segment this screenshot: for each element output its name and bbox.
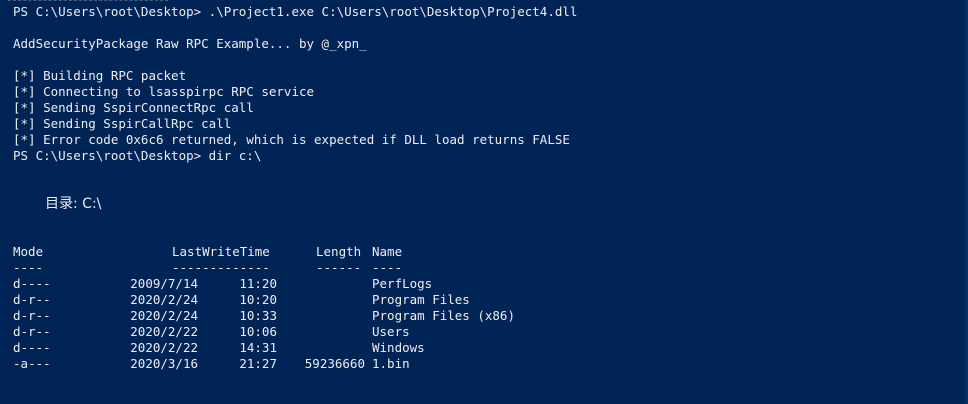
row-length: 59236660: [304, 356, 365, 371]
row-time: 11:20: [239, 276, 277, 291]
row-name: Users: [372, 324, 410, 339]
column-header-lastwritetime: LastWriteTime: [172, 244, 270, 259]
row-time: 10:20: [239, 292, 277, 307]
row-name: Windows: [372, 340, 425, 355]
row-length: [280, 308, 365, 324]
row-mode: d-r--: [13, 292, 51, 307]
directory-label: 目录: C:\: [45, 196, 102, 212]
console-line-dir-command: PS C:\Users\root\Desktop> dir c:\: [13, 148, 262, 163]
row-mode: d----: [13, 276, 51, 291]
row-length: [280, 324, 365, 340]
row-time: 10:06: [239, 324, 277, 339]
row-length: [280, 340, 365, 356]
console-line-output: [*] Building RPC packet: [13, 68, 187, 83]
console-line-command: PS C:\Users\root\Desktop> .\Project1.exe…: [13, 4, 578, 19]
row-time: 10:33: [239, 308, 277, 323]
column-header-name: Name: [372, 244, 403, 259]
row-time: 14:31: [239, 340, 277, 355]
row-date: 2020/2/22: [130, 340, 198, 355]
row-date: 2020/2/22: [130, 324, 198, 339]
row-length: [280, 276, 365, 292]
row-date: 2020/2/24: [130, 308, 198, 323]
console-line-banner: AddSecurityPackage Raw RPC Example... by…: [13, 36, 367, 51]
row-mode: -a---: [13, 356, 51, 371]
console-line-output: [*] Connecting to lsasspirpc RPC service: [13, 84, 315, 99]
column-underline-name: ----: [372, 260, 403, 275]
row-date: 2020/3/16: [130, 356, 198, 371]
column-underline-lastwritetime: -------------: [172, 260, 270, 275]
row-name: 1.bin: [372, 356, 410, 371]
console-line-output: [*] Sending SspirCallRpc call: [13, 116, 232, 131]
row-mode: d-r--: [13, 308, 51, 323]
column-header-mode: Mode: [13, 244, 44, 259]
row-name: Program Files: [372, 292, 470, 307]
row-mode: d----: [13, 340, 51, 355]
column-underline-length: ------: [316, 260, 362, 275]
row-name: PerfLogs: [372, 276, 433, 291]
row-name: Program Files (x86): [372, 308, 515, 323]
row-date: 2020/2/24: [130, 292, 198, 307]
row-time: 21:27: [239, 356, 277, 371]
row-date: 2009/7/14: [130, 276, 198, 291]
console-line-output: [*] Sending SspirConnectRpc call: [13, 100, 254, 115]
row-length: [280, 292, 365, 308]
console-line-error-note: [*] Error code 0x6c6 returned, which is …: [13, 132, 570, 147]
column-underline-mode: ----: [13, 260, 44, 275]
powershell-console[interactable]: PS C:\Users\root\Desktop> .\Project1.exe…: [0, 0, 968, 404]
column-header-length: Length: [316, 244, 362, 259]
row-mode: d-r--: [13, 324, 51, 339]
